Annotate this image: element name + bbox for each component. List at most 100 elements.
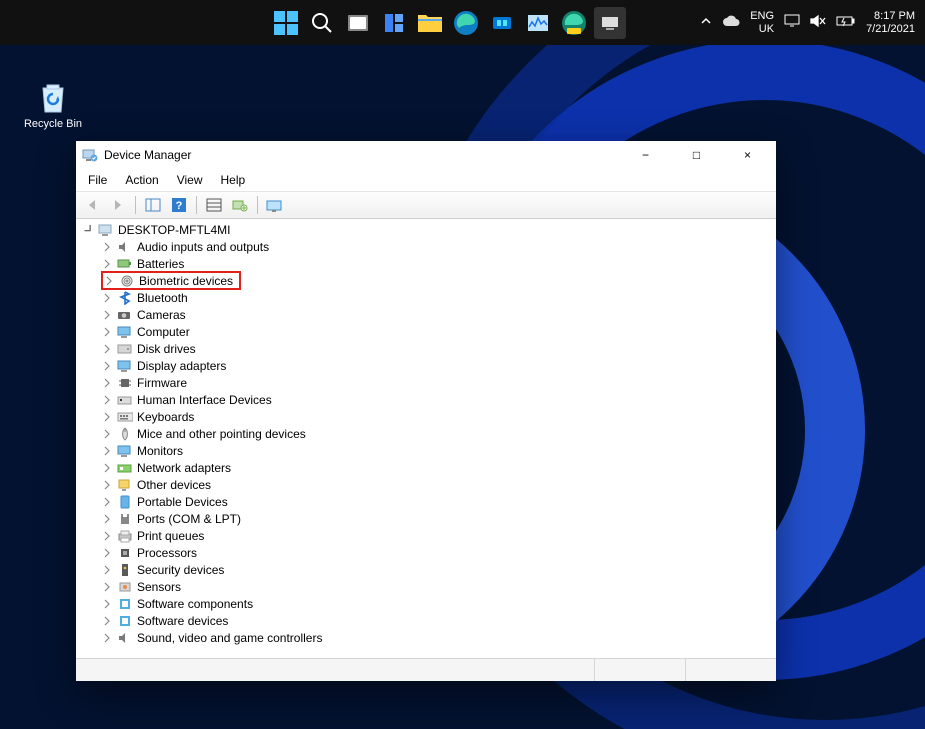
device-category[interactable]: Portable Devices [101,493,776,510]
volume-muted-icon[interactable] [810,14,826,31]
minimize-button[interactable]: − [623,141,668,169]
sw-icon [117,613,133,629]
expand-icon[interactable] [101,513,113,525]
device-category[interactable]: Software components [101,595,776,612]
back-button[interactable] [80,194,104,216]
statusbar [76,658,776,681]
device-category[interactable]: Mice and other pointing devices [101,425,776,442]
device-manager-title-icon [82,147,98,163]
computer-icon [98,222,114,238]
device-category[interactable]: Other devices [101,476,776,493]
device-category-label: Audio inputs and outputs [137,240,269,254]
device-category[interactable]: Sound, video and game controllers [101,629,776,646]
expand-icon[interactable] [101,547,113,559]
expand-icon[interactable] [103,275,115,287]
expand-icon[interactable] [101,564,113,576]
display-icon[interactable] [784,14,800,31]
device-category[interactable]: Firmware [101,374,776,391]
expand-icon[interactable] [101,411,113,423]
show-hide-console-tree-button[interactable] [141,194,165,216]
cpu-icon [117,545,133,561]
menu-help[interactable]: Help [213,171,254,189]
expand-icon[interactable] [101,241,113,253]
device-category[interactable]: Security devices [101,561,776,578]
device-category-biometric[interactable]: Biometric devices [101,272,776,289]
menu-file[interactable]: File [80,171,115,189]
scan-hardware-button[interactable] [202,194,226,216]
clock[interactable]: 8:17 PM 7/21/2021 [866,10,915,34]
expand-icon[interactable] [101,632,113,644]
expand-icon[interactable] [101,360,113,372]
device-category[interactable]: Ports (COM & LPT) [101,510,776,527]
expand-icon[interactable] [101,530,113,542]
svg-text:?: ? [176,200,183,212]
properties-toolbar-button[interactable] [263,194,287,216]
expand-icon[interactable] [101,615,113,627]
device-category-label: Display adapters [137,359,226,373]
device-category[interactable]: Bluetooth [101,289,776,306]
expand-icon[interactable] [101,598,113,610]
chevron-up-icon[interactable] [700,15,712,30]
expand-icon[interactable] [101,343,113,355]
expand-icon[interactable] [101,462,113,474]
speaker-icon [117,239,133,255]
menu-view[interactable]: View [169,171,211,189]
language-indicator[interactable]: ENG UK [750,10,774,34]
expand-icon[interactable] [101,428,113,440]
tree-root-node[interactable]: DESKTOP-MFTL4MI [82,221,776,238]
expand-icon[interactable] [101,377,113,389]
task-view-icon[interactable] [342,7,374,39]
edge-canary-icon[interactable] [558,7,590,39]
device-manager-taskbar-icon[interactable] [594,7,626,39]
forward-button[interactable] [106,194,130,216]
device-category[interactable]: Batteries [101,255,776,272]
collapse-icon[interactable] [82,224,94,236]
edge-icon[interactable] [450,7,482,39]
menu-action[interactable]: Action [117,171,166,189]
device-category[interactable]: Keyboards [101,408,776,425]
expand-icon[interactable] [101,394,113,406]
titlebar[interactable]: Device Manager − □ × [76,141,776,169]
device-category[interactable]: Network adapters [101,459,776,476]
language-top: ENG [750,10,774,22]
expand-icon[interactable] [101,326,113,338]
close-button[interactable]: × [725,141,770,169]
expand-icon[interactable] [101,445,113,457]
device-category[interactable]: Computer [101,323,776,340]
expand-icon[interactable] [101,479,113,491]
file-explorer-icon[interactable] [414,7,446,39]
monitor-icon [117,443,133,459]
expand-icon[interactable] [101,581,113,593]
recycle-bin-desktop-icon[interactable]: Recycle Bin [18,76,88,130]
device-category[interactable]: Software devices [101,612,776,629]
system-monitor-icon[interactable] [522,7,554,39]
expand-icon[interactable] [101,309,113,321]
device-category[interactable]: Audio inputs and outputs [101,238,776,255]
device-category[interactable]: Sensors [101,578,776,595]
search-icon[interactable] [306,7,338,39]
expand-icon[interactable] [101,292,113,304]
battery-charging-icon[interactable] [836,15,856,30]
device-category[interactable]: Monitors [101,442,776,459]
onedrive-icon[interactable] [722,15,740,30]
sensor-icon [117,579,133,595]
intune-icon[interactable] [486,7,518,39]
device-category[interactable]: Display adapters [101,357,776,374]
add-hardware-button[interactable] [228,194,252,216]
device-category[interactable]: Disk drives [101,340,776,357]
device-category-label: Firmware [137,376,187,390]
maximize-button[interactable]: □ [674,141,719,169]
device-category[interactable]: Print queues [101,527,776,544]
device-category-label: Disk drives [137,342,196,356]
device-category-label: Print queues [137,529,204,543]
device-category[interactable]: Cameras [101,306,776,323]
help-button[interactable]: ? [167,194,191,216]
expand-icon[interactable] [101,496,113,508]
device-tree[interactable]: DESKTOP-MFTL4MI Audio inputs and outputs… [76,219,776,658]
start-icon[interactable] [270,7,302,39]
device-category-label: Ports (COM & LPT) [137,512,241,526]
device-category[interactable]: Processors [101,544,776,561]
device-category[interactable]: Human Interface Devices [101,391,776,408]
widgets-icon[interactable] [378,7,410,39]
expand-icon[interactable] [101,258,113,270]
